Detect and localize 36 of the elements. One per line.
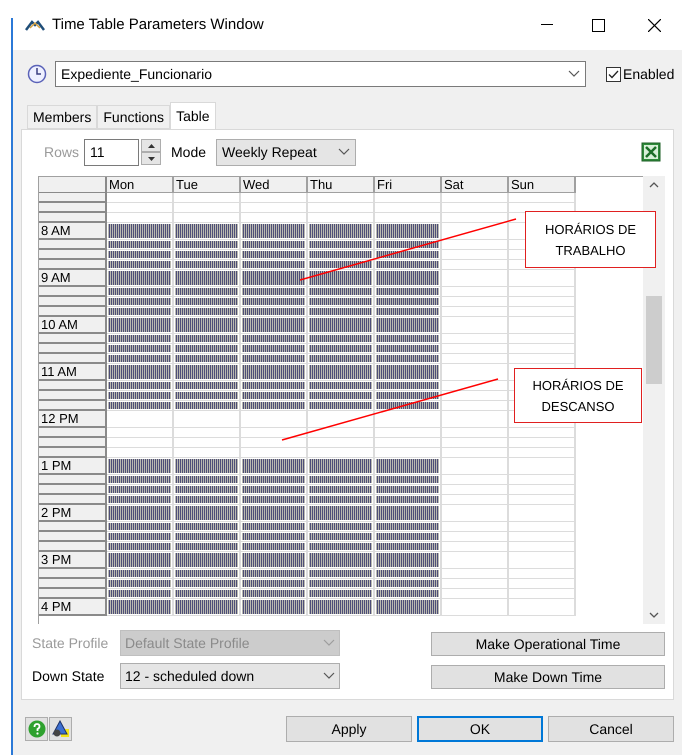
tab[interactable]: Functions <box>97 105 170 129</box>
tab[interactable]: Members <box>27 105 98 129</box>
row-header: 1 PM <box>39 458 107 475</box>
schedule-dropdown[interactable]: Expediente_Funcionario <box>55 61 586 87</box>
row-header: 3 PM <box>39 552 107 569</box>
row-header: 10 AM <box>39 317 107 334</box>
mode-dropdown[interactable]: Weekly Repeat <box>216 138 356 166</box>
column-header: Wed <box>241 177 308 193</box>
dialog-button[interactable]: Cancel <box>548 716 674 742</box>
state-profile-label: State Profile <box>32 634 110 652</box>
row-header: 2 PM <box>39 505 107 522</box>
action-button[interactable]: Make Operational Time <box>431 632 665 656</box>
column-header: Tue <box>174 177 241 193</box>
row-header: 8 AM <box>39 223 107 240</box>
row-header: 12 PM <box>39 411 107 428</box>
row-header: 4 PM <box>39 599 107 616</box>
column-header: Sat <box>442 177 509 193</box>
window-title: Time Table Parameters Window <box>52 14 264 35</box>
annotation-tooltip: HORÁRIOS DE DESCANSO <box>514 368 642 423</box>
action-button[interactable]: Make Down Time <box>431 665 665 689</box>
down-state-label: Down State <box>32 666 106 686</box>
row-header: 11 AM <box>39 364 107 381</box>
dialog-button[interactable]: OK <box>417 716 543 742</box>
tab[interactable]: Table <box>170 102 216 130</box>
rows-spinner-field[interactable]: 11 <box>84 138 139 166</box>
enabled-label: Enabled <box>623 64 674 84</box>
column-header: Thu <box>308 177 375 193</box>
rows-label: Rows <box>44 142 80 162</box>
annotation-tooltip: HORÁRIOS DE TRABALHO <box>525 211 656 268</box>
dialog-button[interactable]: Apply <box>286 716 412 742</box>
column-header: Mon <box>107 177 174 193</box>
column-header: Sun <box>509 177 576 193</box>
column-header: Fri <box>375 177 442 193</box>
down-state-dropdown[interactable]: 12 - scheduled down <box>120 663 340 689</box>
mode-label: Mode <box>171 142 206 162</box>
row-header: 9 AM <box>39 270 107 287</box>
